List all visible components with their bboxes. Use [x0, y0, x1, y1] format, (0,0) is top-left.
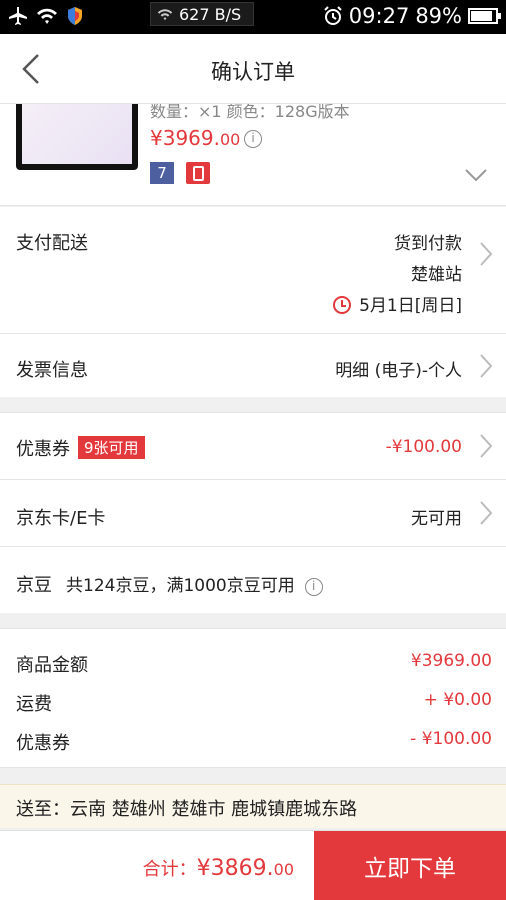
battery-icon [468, 8, 501, 24]
status-icons-left [8, 6, 84, 26]
chevron-right-icon[interactable] [478, 500, 494, 526]
product-price-cents: 00 [219, 130, 241, 149]
price-info-icon[interactable]: i [244, 130, 262, 148]
delivery-date: 5月1日[周日] [333, 291, 462, 316]
total-main: ¥3869. [196, 856, 274, 881]
jingdou-wrap: 京豆 共124京豆，满1000京豆可用 i [16, 571, 323, 597]
battery-fill [471, 11, 493, 21]
clock-icon [333, 296, 352, 314]
page-title: 确认订单 [211, 60, 295, 84]
payment-method: 货到付款 [394, 234, 462, 254]
coupon-discount-label: 优惠券 [16, 733, 70, 754]
shipping-value: + ¥0.00 [423, 690, 492, 710]
delivery-row[interactable]: 支付配送 货到付款 楚雄站 5月1日[周日] [0, 207, 506, 334]
product-price-main: ¥3969. [150, 126, 220, 150]
coupon-discount-value: - ¥100.00 [410, 729, 492, 749]
jingdou-info-icon[interactable]: i [304, 578, 323, 596]
pickup-station: 楚雄站 [411, 265, 462, 285]
product-thumbnail[interactable] [16, 104, 138, 170]
chevron-right-icon[interactable] [478, 353, 494, 379]
status-bar: 627 B/S 09:27 89% [0, 0, 506, 34]
total-label: 合计： [142, 859, 197, 880]
phone-badge-icon [186, 162, 210, 184]
goods-amount-label: 商品金额 [16, 655, 88, 676]
wifi-icon [37, 8, 57, 24]
invoice-label: 发票信息 [16, 360, 88, 381]
coupon-row[interactable]: 优惠券 9张可用 -¥100.00 [0, 413, 506, 480]
total-cents: 00 [273, 860, 294, 879]
battery-text: 89% [415, 4, 462, 28]
product-item[interactable]: 数量：×1 颜色：128G版本 ¥3969.00 i 7 [0, 104, 506, 206]
shipping-address[interactable]: 送至：云南 楚雄州 楚雄市 鹿城镇鹿城东路 [0, 784, 506, 828]
status-icons-right: 09:27 89% [323, 4, 501, 28]
invoice-row[interactable]: 发票信息 明细 (电子)-个人 [0, 334, 506, 397]
jingdou-label: 京豆 [16, 575, 52, 596]
seven-day-return-badge: 7 [150, 162, 174, 184]
airplane-icon [9, 7, 27, 25]
chevron-right-icon[interactable] [478, 433, 494, 459]
discount-section: 优惠券 9张可用 -¥100.00 京东卡/E卡 无可用 京豆 共124京豆，满10… [0, 412, 506, 613]
coupon-value: -¥100.00 [385, 437, 462, 457]
alarm-clock-icon [324, 6, 342, 25]
chevron-down-icon[interactable] [464, 168, 488, 182]
product-price: ¥3969.00 [150, 126, 240, 150]
wifi-small-icon [157, 8, 173, 20]
product-meta: 数量：×1 颜色：128G版本 [150, 104, 350, 121]
submit-order-button[interactable]: 立即下单 [314, 831, 506, 900]
coupon-available-tag: 9张可用 [78, 436, 145, 459]
bottom-bar: 合计：¥3869.00 立即下单 [0, 830, 506, 900]
price-summary: 商品金额 ¥3969.00 运费 + ¥0.00 优惠券 - ¥100.00 [0, 628, 506, 768]
clock-text: 09:27 [348, 4, 410, 28]
network-speed-indicator: 627 B/S [150, 2, 254, 26]
jingdou-text: 共124京豆，满1000京豆可用 [66, 576, 295, 596]
delivery-date-text: 5月1日[周日] [359, 296, 462, 316]
jingdou-row: 京豆 共124京豆，满1000京豆可用 i [0, 547, 506, 614]
chevron-right-icon[interactable] [478, 241, 494, 267]
jdcard-label: 京东卡/E卡 [16, 508, 106, 529]
page-header: 确认订单 [0, 34, 506, 104]
security-shield-icon [68, 7, 82, 25]
jdcard-value: 无可用 [411, 509, 462, 529]
delivery-invoice-section: 支付配送 货到付款 楚雄站 5月1日[周日] 发票信息 明细 (电子)-个人 [0, 207, 506, 397]
order-total: 合计：¥3869.00 [143, 855, 294, 881]
invoice-value: 明细 (电子)-个人 [335, 361, 462, 381]
goods-amount-value: ¥3969.00 [410, 651, 492, 671]
shipping-label: 运费 [16, 694, 52, 715]
delivery-label: 支付配送 [16, 233, 88, 254]
coupon-label: 优惠券 [16, 439, 70, 460]
jdcard-row[interactable]: 京东卡/E卡 无可用 [0, 480, 506, 547]
coupon-label-wrap: 优惠券 9张可用 [16, 435, 145, 461]
net-speed-text: 627 B/S [179, 4, 242, 24]
